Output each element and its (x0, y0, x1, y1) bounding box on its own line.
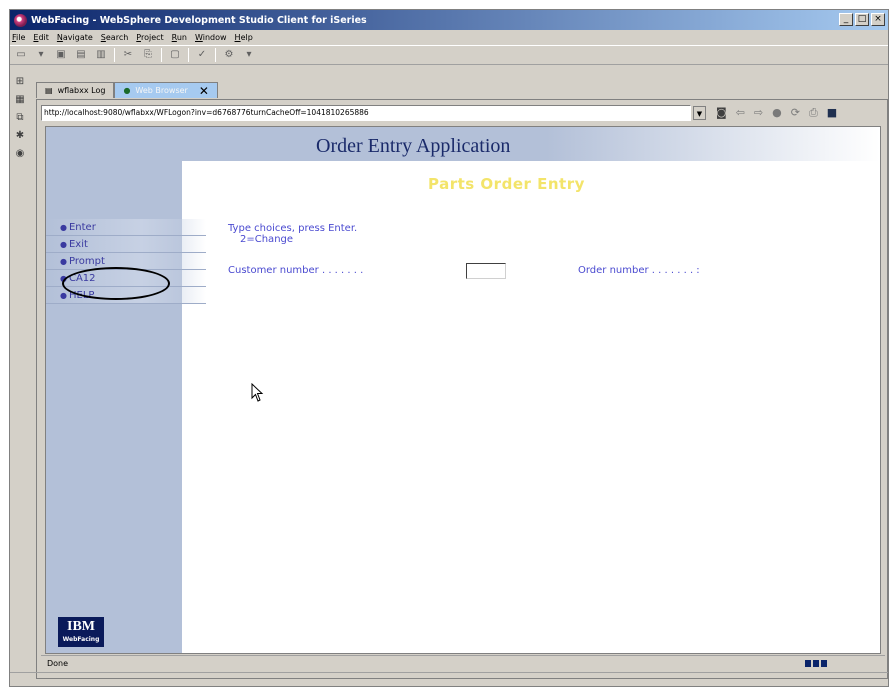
perspective-bar: ⊞ ▦ ⧉ ✱ ◉ (10, 68, 30, 198)
window-title: WebFacing - WebSphere Development Studio… (31, 14, 367, 26)
address-bar: http://localhost:9080/wflabxx/WFLogon?in… (41, 104, 885, 122)
menu-bar: File Edit Navigate Search Project Run Wi… (10, 30, 888, 44)
menu-search[interactable]: Search (101, 33, 128, 42)
application-window: WebFacing - WebSphere Development Studio… (9, 9, 889, 687)
save-icon[interactable]: ▣ (54, 49, 68, 61)
command-sidebar (46, 127, 182, 653)
menu-project[interactable]: Project (136, 33, 163, 42)
status-text: Done (47, 659, 69, 668)
open-type-icon[interactable]: ▢ (168, 49, 182, 61)
tab-label: wflabxx Log (57, 86, 106, 95)
workbench-status-bar (10, 672, 888, 686)
page-heading: Parts Order Entry (428, 175, 585, 193)
toolbar-separator (188, 48, 189, 62)
browser-icon: ● (123, 86, 131, 95)
progress-block (813, 660, 819, 667)
menu-run[interactable]: Run (172, 33, 187, 42)
url-history-dropdown[interactable]: ▼ (693, 106, 706, 120)
progress-block (805, 660, 811, 667)
copy-icon[interactable]: ⎘ (141, 49, 155, 61)
go-icon[interactable]: ◙ (716, 106, 727, 120)
print-icon[interactable]: ⎙ (809, 106, 818, 120)
url-field[interactable]: http://localhost:9080/wflabxx/WFLogon?in… (41, 105, 691, 121)
dropdown-icon[interactable]: ▾ (242, 49, 256, 61)
editor-tabs: ▤ wflabxx Log ● Web Browser ✕ (36, 80, 218, 98)
logo-subtext: WebFacing (62, 636, 100, 643)
instructions-line-1: Type choices, press Enter. (228, 223, 358, 234)
main-toolbar: ▭ ▾ ▣ ▤ ▥ ✂ ⎘ ▢ ✓ ⚙ ▾ (10, 45, 888, 65)
instructions-line-2: 2=Change (240, 234, 294, 245)
progress-indicator (805, 660, 845, 667)
bullet-icon: ● (60, 256, 67, 266)
dropdown-icon[interactable]: ▾ (34, 49, 48, 61)
order-number-label: Order number . . . . . . . : (578, 265, 700, 276)
refresh-icon[interactable]: ⟳ (791, 106, 800, 120)
open-perspective-icon[interactable]: ⊞ (14, 76, 26, 88)
command-exit[interactable]: ● Exit (46, 236, 206, 253)
command-label: Prompt (68, 255, 105, 267)
logo-text: IBM (67, 619, 95, 634)
print-icon[interactable]: ▥ (94, 49, 108, 61)
debug-perspective-icon[interactable]: ✱ (14, 130, 26, 142)
run-icon[interactable]: ⚙ (222, 49, 236, 61)
progress-block (821, 660, 827, 667)
websphere-app-icon (14, 13, 27, 27)
menu-file[interactable]: File (12, 33, 25, 42)
search-icon[interactable]: ✓ (195, 49, 209, 61)
instructions: Type choices, press Enter. 2=Change (228, 223, 357, 245)
bullet-icon: ● (60, 290, 67, 300)
stop-icon[interactable]: ● (772, 106, 782, 120)
log-icon: ▤ (45, 86, 53, 95)
customer-number-input[interactable] (466, 263, 506, 279)
cut-icon[interactable]: ✂ (121, 49, 135, 61)
tab-log[interactable]: ▤ wflabxx Log (36, 82, 115, 98)
web-browser-editor: http://localhost:9080/wflabxx/WFLogon?in… (36, 99, 888, 679)
server-perspective-icon[interactable]: ◉ (14, 148, 26, 160)
webfacing-perspective-icon[interactable]: ▦ (14, 94, 26, 106)
menu-navigate[interactable]: Navigate (57, 33, 93, 42)
back-icon[interactable]: ⇦ (736, 106, 745, 120)
title-bar[interactable]: WebFacing - WebSphere Development Studio… (10, 10, 888, 30)
menu-edit[interactable]: Edit (33, 33, 49, 42)
tab-label: Web Browser (135, 86, 188, 95)
minimize-button[interactable]: _ (839, 13, 853, 26)
command-label: Exit (68, 238, 88, 250)
save-all-icon[interactable]: ▤ (74, 49, 88, 61)
bullet-icon: ● (60, 222, 67, 232)
webfacing-page: Order Entry Application Parts Order Entr… (45, 126, 881, 654)
command-label: Enter (68, 221, 96, 233)
customer-number-label: Customer number . . . . . . . (228, 265, 364, 276)
toolbar-separator (161, 48, 162, 62)
browser-status-bar: Done (41, 655, 885, 671)
mouse-pointer-icon (251, 383, 264, 402)
tab-web-browser[interactable]: ● Web Browser ✕ (114, 82, 218, 98)
menu-help[interactable]: Help (235, 33, 253, 42)
browser-logo-icon: ■ (826, 106, 838, 119)
navigator-perspective-icon[interactable]: ⧉ (14, 112, 26, 124)
close-button[interactable]: × (871, 13, 885, 26)
app-title: Order Entry Application (316, 135, 511, 157)
command-enter[interactable]: ● Enter (46, 219, 206, 236)
browser-nav-icons: ◙ ⇦ ⇨ ● ⟳ ⎙ ■ (716, 106, 837, 120)
maximize-button[interactable]: □ (855, 13, 869, 26)
toolbar-separator (114, 48, 115, 62)
toolbar-separator (215, 48, 216, 62)
window-controls: _ □ × (839, 13, 885, 26)
menu-window[interactable]: Window (195, 33, 227, 42)
ibm-webfacing-logo: IBM WebFacing (58, 617, 104, 647)
bullet-icon: ● (60, 239, 67, 249)
forward-icon[interactable]: ⇨ (754, 106, 763, 120)
highlight-ellipse (62, 267, 170, 300)
new-icon[interactable]: ▭ (14, 49, 28, 61)
close-tab-icon[interactable]: ✕ (199, 84, 209, 98)
